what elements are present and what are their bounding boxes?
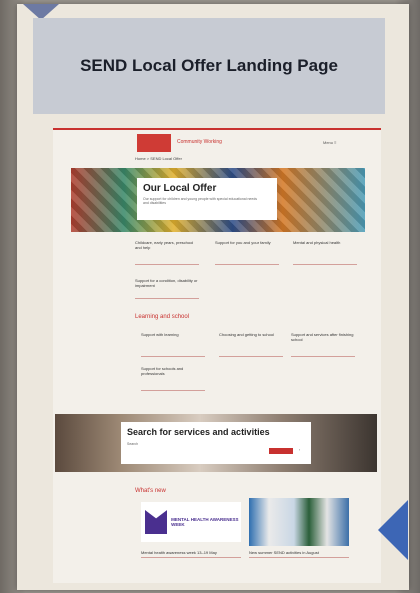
top-accent-line <box>53 128 381 130</box>
hero-heading: Our Local Offer <box>143 183 217 194</box>
link-card[interactable]: Support and services after finishing sch… <box>291 332 355 357</box>
link-card[interactable]: Support for a condition, disability or i… <box>135 278 199 299</box>
link-card[interactable]: Support for schools and professionals <box>141 366 205 391</box>
hero-text: Our support for children and young peopl… <box>143 197 258 205</box>
poster-title: SEND Local Offer Landing Page <box>80 56 338 75</box>
breadcrumb[interactable]: Home > SEND Local Offer <box>135 156 182 161</box>
search-label: Search <box>127 442 139 446</box>
link-card[interactable]: Support for you and your family <box>215 240 279 265</box>
mhaw-logo-panel: MENTAL HEALTH AWARENESS WEEK <box>141 502 241 542</box>
search-banner: Search for services and activities Searc… <box>55 414 377 472</box>
section-title-learning: Learning and school <box>135 314 190 320</box>
hero-card: Our Local Offer Our support for children… <box>137 178 277 220</box>
search-heading: Search for services and activities <box>127 427 270 437</box>
link-card[interactable]: Childcare, early years, preschool and he… <box>135 240 199 265</box>
poster: SEND Local Offer Landing Page Community … <box>17 4 409 590</box>
site-brand: Community Working <box>177 139 222 145</box>
news-card[interactable]: MENTAL HEALTH AWARENESS WEEK Mental heal… <box>141 498 241 570</box>
link-card[interactable]: Support with learning <box>141 332 205 357</box>
pinned-triangle <box>378 500 408 560</box>
link-card[interactable]: Mental and physical health <box>293 240 357 265</box>
link-card[interactable]: Choosing and getting to school <box>219 332 283 357</box>
news-photo <box>249 498 349 546</box>
mhaw-logo-text: MENTAL HEALTH AWARENESS WEEK <box>171 517 239 527</box>
search-button[interactable] <box>269 448 293 454</box>
advanced-search-link[interactable]: › <box>299 448 300 452</box>
mhaw-logo-icon <box>145 510 168 534</box>
news-card[interactable]: New summer SEND activities in August <box>249 498 349 570</box>
site-logo[interactable] <box>137 134 171 152</box>
section-title-news: What's new <box>135 488 166 494</box>
news-caption[interactable]: Mental health awareness week 13–19 May <box>141 550 241 558</box>
landing-page-mockup: Community Working Menu ≡ Home > SEND Loc… <box>53 128 381 583</box>
hero-banner: Our Local Offer Our support for children… <box>71 168 365 232</box>
search-card: Search for services and activities Searc… <box>121 422 311 464</box>
menu-button[interactable]: Menu ≡ <box>323 140 336 145</box>
title-box: SEND Local Offer Landing Page <box>33 18 385 114</box>
news-caption[interactable]: New summer SEND activities in August <box>249 550 349 558</box>
